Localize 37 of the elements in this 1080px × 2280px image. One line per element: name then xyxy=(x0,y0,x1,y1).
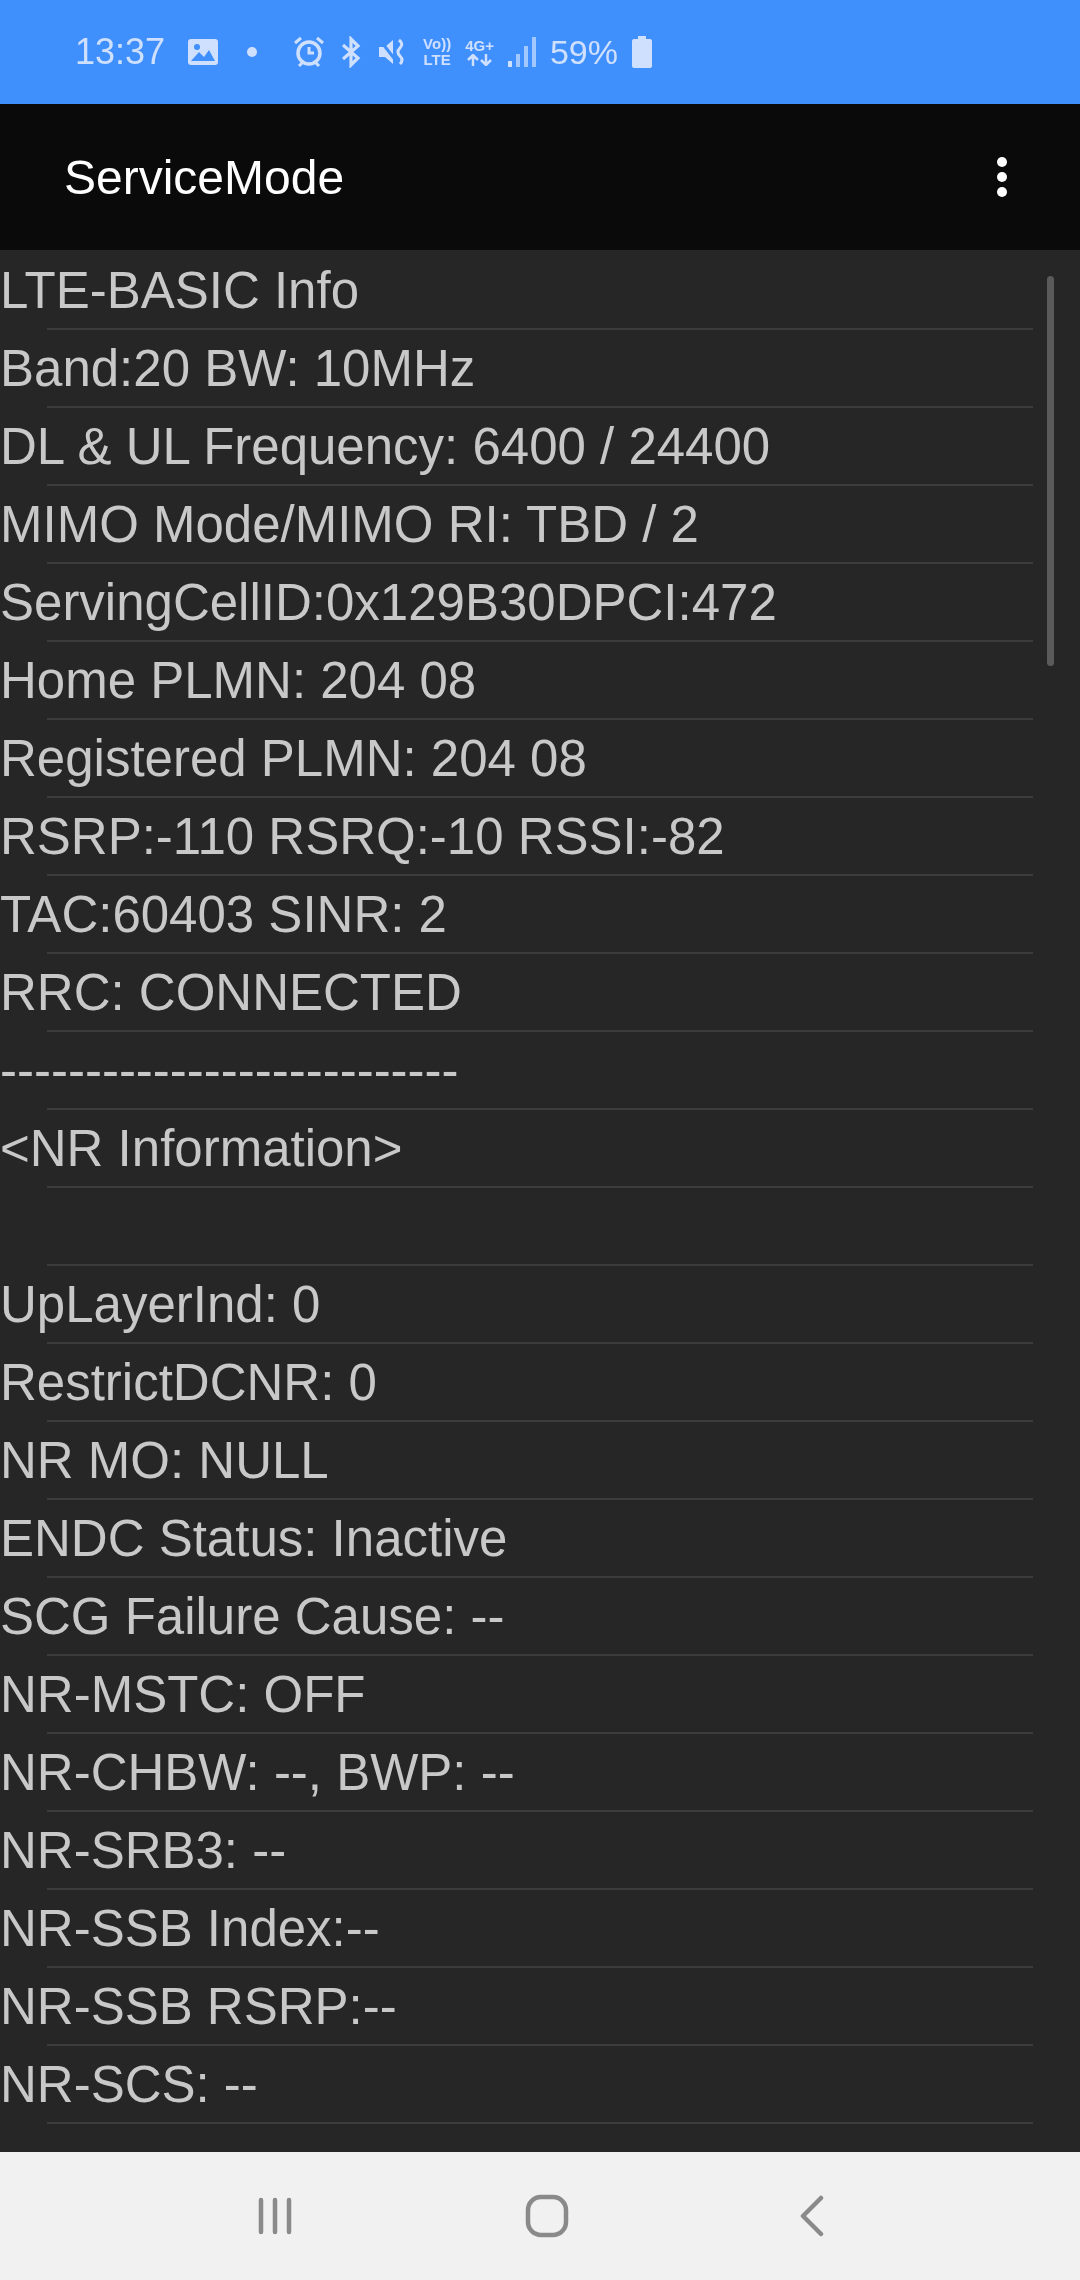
info-row[interactable]: RSRP:-110 RSRQ:-10 RSSI:-82 xyxy=(0,798,1033,876)
info-row[interactable]: NR MO: NULL xyxy=(0,1422,1033,1500)
info-row[interactable]: DL & UL Frequency: 6400 / 24400 xyxy=(0,408,1033,486)
image-icon xyxy=(187,38,220,66)
info-row[interactable]: NR-SCS: -- xyxy=(0,2046,1033,2124)
network-indicator: 4G+ xyxy=(465,38,494,66)
info-row[interactable]: Home PLMN: 204 08 xyxy=(0,642,1033,720)
volte-indicator: Vo)) LTE xyxy=(423,36,452,68)
info-row[interactable]: NR-SRB3: -- xyxy=(0,1812,1033,1890)
info-row[interactable]: LTE-BASIC Info xyxy=(0,252,1033,330)
battery-percent: 59% xyxy=(549,32,618,72)
info-row[interactable]: MIMO Mode/MIMO RI: TBD / 2 xyxy=(0,486,1033,564)
info-row[interactable]: --------------------------- xyxy=(0,1032,1033,1110)
info-row[interactable]: NR-SSB Index:-- xyxy=(0,1890,1033,1968)
info-row[interactable]: RestrictDCNR: 0 xyxy=(0,1344,1033,1422)
dot-icon xyxy=(247,47,258,57)
alarm-icon xyxy=(293,36,326,68)
info-row[interactable]: RRC: CONNECTED xyxy=(0,954,1033,1032)
app-title: ServiceMode xyxy=(64,149,345,205)
info-row[interactable]: NR-SSB RSRP:-- xyxy=(0,1968,1033,2046)
info-row[interactable]: UpLayerInd: 0 xyxy=(0,1266,1033,1344)
more-options-icon[interactable] xyxy=(996,157,1008,197)
info-row[interactable]: SCG Failure Cause: -- xyxy=(0,1578,1033,1656)
info-row[interactable]: ENDC Status: Inactive xyxy=(0,1500,1033,1578)
clock-time: 13:37 xyxy=(75,31,166,73)
info-row[interactable]: Band:20 BW: 10MHz xyxy=(0,330,1033,408)
info-row[interactable]: NR-MSTC: OFF xyxy=(0,1656,1033,1734)
info-row[interactable]: TAC:60403 SINR: 2 xyxy=(0,876,1033,954)
signal-icon xyxy=(507,37,536,67)
info-row[interactable]: ServingCellID:0x129B30DPCI:472 xyxy=(0,564,1033,642)
info-row[interactable]: NR-CHBW: --, BWP: -- xyxy=(0,1734,1033,1812)
battery-icon xyxy=(632,36,652,68)
info-row[interactable]: <NR Information> xyxy=(0,1110,1033,1188)
home-icon[interactable] xyxy=(525,2194,569,2238)
back-icon[interactable] xyxy=(799,2195,825,2237)
data-arrows-icon xyxy=(466,54,493,66)
info-row[interactable]: Registered PLMN: 204 08 xyxy=(0,720,1033,798)
